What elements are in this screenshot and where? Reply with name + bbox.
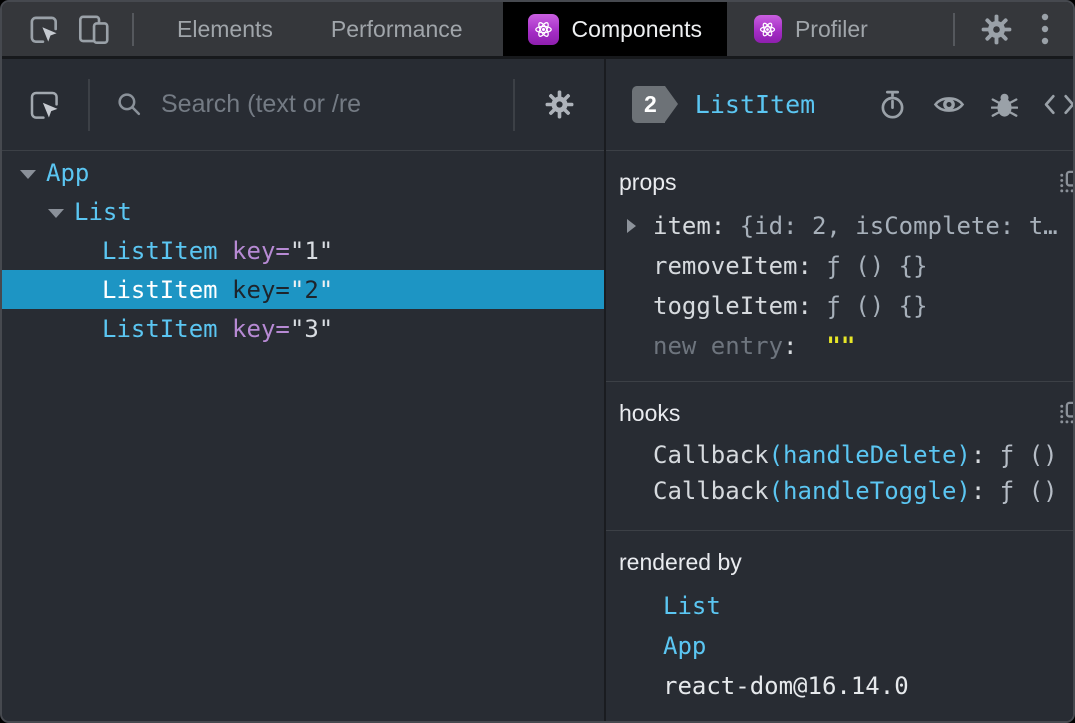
rendered-by-title: rendered by (619, 549, 742, 575)
prop-row-toggleitem[interactable]: toggleItem: ƒ () {} (606, 286, 1073, 326)
key-attr-name: key (232, 236, 276, 265)
component-details-panel: 2 ListItem props item: {id: 2, isComple… (604, 59, 1073, 721)
tree-row-listitem-2-selected[interactable]: ListItem key = " 2 " (2, 270, 604, 309)
gear-icon[interactable] (980, 13, 1013, 46)
tab-profiler[interactable]: Profiler (729, 2, 893, 56)
key-attr-eq: = (275, 236, 290, 265)
rendered-by-list[interactable]: List (606, 586, 1073, 626)
tab-performance-label: Performance (330, 15, 463, 42)
rendered-by-app[interactable]: App (606, 626, 1073, 666)
component-tree: App List ListItem key = " 1 " ListItem key = "… (2, 151, 604, 721)
key-attr-eq: = (275, 314, 290, 343)
tree-row-listitem-3[interactable]: ListItem key = " 3 " (2, 309, 604, 348)
chevron-down-icon[interactable] (48, 209, 64, 218)
search-input[interactable] (161, 90, 513, 119)
component-name: List (74, 197, 132, 226)
component-name: ListItem (102, 236, 218, 265)
search-field-wrap (143, 90, 513, 119)
inspect-component-icon[interactable] (28, 89, 60, 121)
tab-bar-divider (953, 12, 955, 46)
react-logo-icon (527, 13, 559, 45)
key-attr-value: 1 (304, 236, 319, 265)
tab-elements-label: Elements (177, 15, 273, 42)
search-icon (116, 91, 143, 118)
selected-component-name: ListItem (694, 90, 816, 119)
tab-elements[interactable]: Elements (152, 2, 298, 56)
component-name: App (46, 158, 90, 187)
inspect-dom-eye-icon[interactable] (933, 93, 965, 116)
toolbar-divider (513, 78, 515, 131)
copy-icon[interactable] (1058, 170, 1073, 195)
inspect-element-icon[interactable] (28, 14, 59, 45)
toolbar-divider (88, 78, 90, 131)
devtools-window: Elements Performance Components Profiler… (0, 0, 1075, 723)
tab-profiler-label: Profiler (794, 15, 868, 42)
hook-row-handledelete[interactable]: Callback(handleDelete): ƒ () {} (606, 437, 1073, 473)
new-entry-value-input[interactable]: "" (826, 332, 855, 360)
props-section: props item: {id: 2, isComplete: t… remov… (606, 151, 1073, 382)
tab-performance[interactable]: Performance (306, 2, 488, 56)
hook-row-handletoggle[interactable]: Callback(handleToggle): ƒ () {} (606, 473, 1073, 509)
tree-row-list[interactable]: List (2, 192, 604, 231)
suspense-stopwatch-icon[interactable] (878, 89, 907, 120)
view-source-code-icon[interactable] (1044, 94, 1073, 115)
props-title: props (619, 169, 677, 195)
rendered-by-react-dom: react-dom@16.14.0 (663, 672, 909, 700)
tree-toolbar (2, 59, 604, 151)
tree-row-listitem-1[interactable]: ListItem key = " 1 " (2, 231, 604, 270)
tree-row-app[interactable]: App (2, 153, 604, 192)
selected-index-badge: 2 (632, 86, 678, 123)
key-attr-name: key (232, 314, 276, 343)
selected-component-header: 2 ListItem (606, 59, 1073, 151)
hooks-section: hooks Callback(handleDelete): ƒ () {} (606, 382, 1073, 531)
key-attr-eq: = (275, 275, 290, 304)
key-attr-value: 2 (304, 275, 319, 304)
key-attr-value: 3 (304, 314, 319, 343)
kebab-menu-icon[interactable] (1041, 12, 1049, 46)
copy-icon[interactable] (1058, 401, 1073, 426)
key-attr-name: key (232, 275, 276, 304)
rendered-by-section: rendered by List App react-dom@16.14.0 (606, 531, 1073, 721)
prop-row-item[interactable]: item: {id: 2, isComplete: t… (606, 206, 1073, 246)
prop-row-removeitem[interactable]: removeItem: ƒ () {} (606, 246, 1073, 286)
react-logo-icon (753, 15, 782, 43)
chevron-down-icon[interactable] (20, 170, 36, 179)
components-tree-panel: App List ListItem key="1" ListItem key="… (2, 59, 604, 721)
chevron-right-icon[interactable] (627, 219, 636, 233)
toggle-device-toolbar-icon[interactable] (77, 14, 110, 45)
prop-row-new-entry[interactable]: new entry: "" (606, 326, 1073, 366)
hooks-title: hooks (619, 400, 681, 426)
tab-components[interactable]: Components (502, 2, 727, 56)
gear-icon[interactable] (544, 89, 575, 120)
component-name: ListItem (102, 314, 218, 343)
tab-bar-divider (132, 12, 134, 46)
component-name: ListItem (102, 275, 218, 304)
devtools-tab-bar: Elements Performance Components Profiler (2, 2, 1073, 59)
tab-components-label: Components (571, 15, 702, 42)
log-component-bug-icon[interactable] (990, 90, 1018, 119)
